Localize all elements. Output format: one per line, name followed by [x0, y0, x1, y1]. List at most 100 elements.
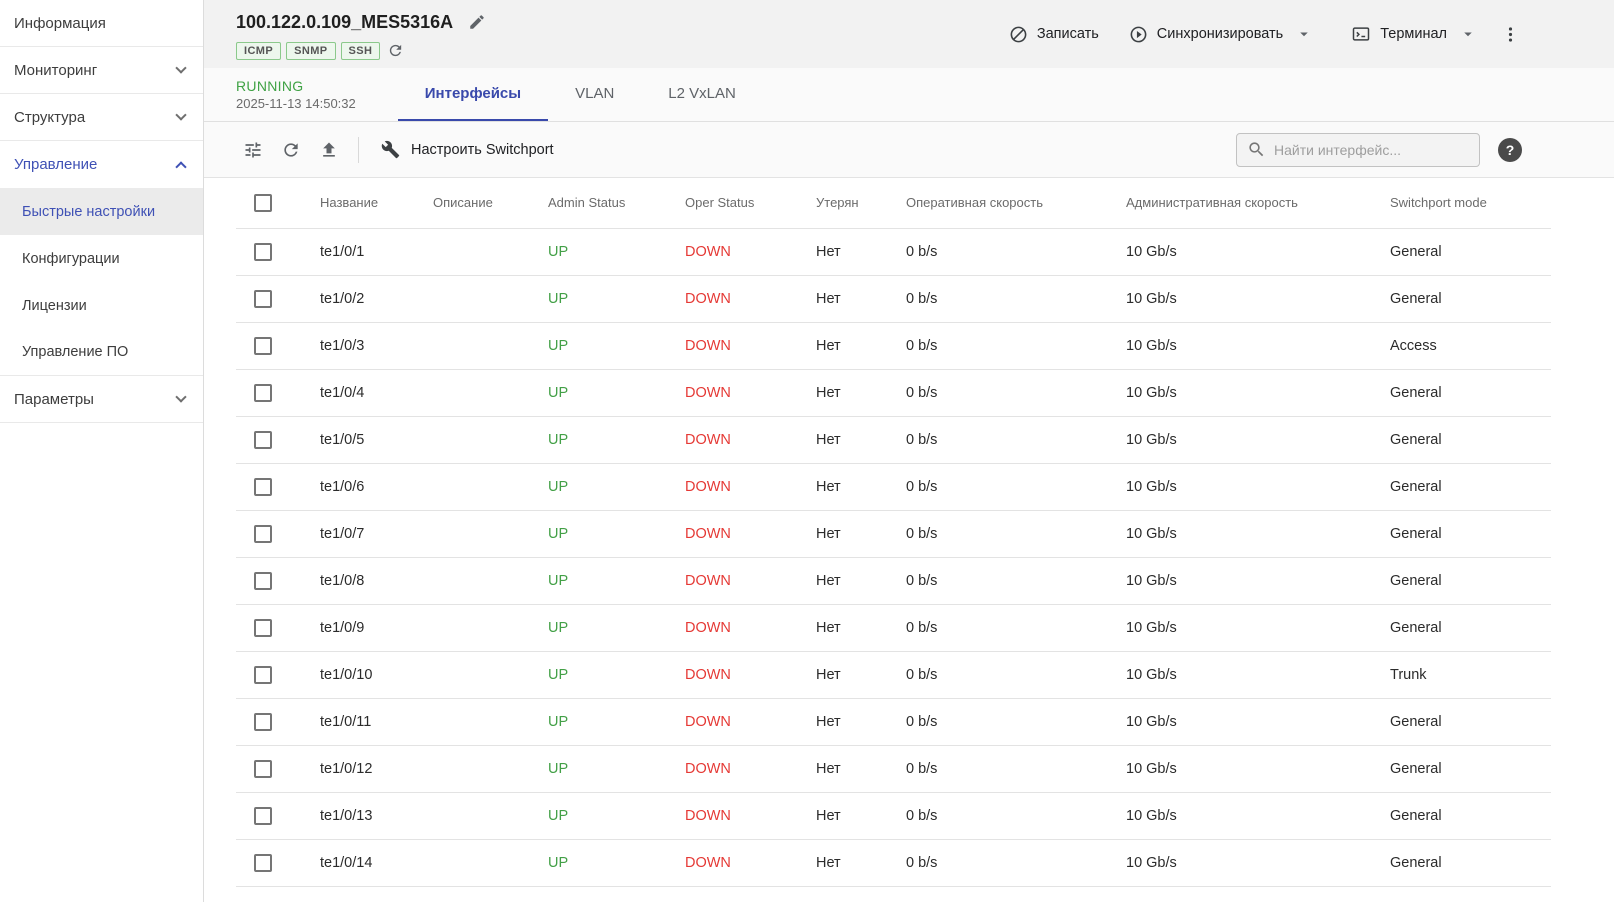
- cell-admin-speed: 10 Gb/s: [1126, 322, 1390, 369]
- cell-oper-speed: 0 b/s: [906, 557, 1126, 604]
- cell-name: te1/0/7: [320, 510, 433, 557]
- device-header-left: 100.122.0.109_MES5316A ICMP SNMP SSH: [236, 11, 488, 61]
- row-checkbox[interactable]: [254, 525, 272, 543]
- cell-name: te1/0/3: [320, 322, 433, 369]
- cell-lost: Нет: [816, 416, 906, 463]
- cell-select: [236, 651, 320, 698]
- row-checkbox[interactable]: [254, 431, 272, 449]
- select-all-checkbox[interactable]: [254, 194, 272, 212]
- cell-admin-speed: 10 Gb/s: [1126, 745, 1390, 792]
- row-checkbox[interactable]: [254, 478, 272, 496]
- sidebar-item-label: Конфигурации: [22, 251, 120, 267]
- sidebar-item-management[interactable]: Управление: [0, 141, 203, 188]
- row-checkbox[interactable]: [254, 384, 272, 402]
- cell-switchport-mode: General: [1390, 416, 1551, 463]
- write-button-label: Записать: [1037, 26, 1099, 42]
- sidebar-item-label: Быстрые настройки: [22, 204, 155, 220]
- sidebar-item-parameters[interactable]: Параметры: [0, 376, 203, 423]
- tab-vlan[interactable]: VLAN: [548, 68, 641, 121]
- cell-oper-speed: 0 b/s: [906, 416, 1126, 463]
- refresh-table-button[interactable]: [272, 131, 310, 169]
- table-row: te1/0/3 UP DOWN Нет 0 b/s 10 Gb/s Access: [236, 322, 1551, 369]
- cell-oper-speed: 0 b/s: [906, 792, 1126, 839]
- sidebar-item-software-management[interactable]: Управление ПО: [0, 329, 203, 376]
- sidebar-item-licenses[interactable]: Лицензии: [0, 282, 203, 329]
- refresh-icon: [281, 140, 301, 160]
- sidebar-item-information[interactable]: Информация: [0, 0, 203, 47]
- caret-down-icon: [1295, 25, 1313, 43]
- help-button[interactable]: ?: [1498, 138, 1522, 162]
- tab-interfaces[interactable]: Интерфейсы: [398, 68, 548, 121]
- table-row: te1/0/10 UP DOWN Нет 0 b/s 10 Gb/s Trunk: [236, 651, 1551, 698]
- sidebar: Информация Мониторинг Структура Управлен…: [0, 0, 204, 902]
- row-checkbox[interactable]: [254, 666, 272, 684]
- filter-columns-button[interactable]: [234, 131, 272, 169]
- sync-button[interactable]: Синхронизировать: [1121, 19, 1291, 50]
- kebab-icon: [1501, 25, 1520, 44]
- sync-button-label: Синхронизировать: [1157, 26, 1283, 42]
- cell-lost: Нет: [816, 651, 906, 698]
- cell-oper-speed: 0 b/s: [906, 275, 1126, 322]
- cell-oper-status: DOWN: [685, 275, 816, 322]
- table-row: te1/0/7 UP DOWN Нет 0 b/s 10 Gb/s Genera…: [236, 510, 1551, 557]
- cell-admin-status: UP: [548, 416, 685, 463]
- cell-lost: Нет: [816, 463, 906, 510]
- row-checkbox[interactable]: [254, 290, 272, 308]
- cell-admin-status: UP: [548, 604, 685, 651]
- sidebar-item-configurations[interactable]: Конфигурации: [0, 235, 203, 282]
- cell-admin-speed: 10 Gb/s: [1126, 557, 1390, 604]
- cell-switchport-mode: General: [1390, 275, 1551, 322]
- configure-switchport-button[interactable]: Настроить Switchport: [369, 132, 566, 167]
- edit-title-button[interactable]: [466, 11, 488, 33]
- cell-lost: Нет: [816, 557, 906, 604]
- tab-l2-vxlan[interactable]: L2 VxLAN: [641, 68, 763, 121]
- cell-oper-speed: 0 b/s: [906, 322, 1126, 369]
- sidebar-item-quick-settings[interactable]: Быстрые настройки: [0, 188, 203, 235]
- cell-oper-status: DOWN: [685, 510, 816, 557]
- row-checkbox[interactable]: [254, 854, 272, 872]
- cell-oper-status: DOWN: [685, 698, 816, 745]
- row-checkbox[interactable]: [254, 760, 272, 778]
- row-checkbox[interactable]: [254, 619, 272, 637]
- cell-description: [433, 510, 548, 557]
- table-row: te1/0/11 UP DOWN Нет 0 b/s 10 Gb/s Gener…: [236, 698, 1551, 745]
- sync-dropdown-button[interactable]: [1291, 19, 1317, 49]
- caret-down-icon: [1459, 25, 1477, 43]
- cell-admin-status: UP: [548, 792, 685, 839]
- sidebar-item-label: Мониторинг: [14, 62, 97, 79]
- cell-lost: Нет: [816, 275, 906, 322]
- terminal-icon: [1351, 24, 1371, 44]
- more-options-button[interactable]: [1497, 19, 1524, 50]
- write-button[interactable]: Записать: [1001, 19, 1107, 50]
- sidebar-item-label: Информация: [14, 15, 106, 32]
- row-checkbox[interactable]: [254, 243, 272, 261]
- status-timestamp: 2025-11-13 14:50:32: [236, 96, 356, 111]
- sidebar-item-structure[interactable]: Структура: [0, 94, 203, 141]
- table-row: te1/0/12 UP DOWN Нет 0 b/s 10 Gb/s Gener…: [236, 745, 1551, 792]
- cell-select: [236, 557, 320, 604]
- upload-button[interactable]: [310, 131, 348, 169]
- cell-admin-speed: 10 Gb/s: [1126, 416, 1390, 463]
- cell-name: te1/0/13: [320, 792, 433, 839]
- header-actions: Записать Синхронизировать Терминал: [1001, 18, 1524, 50]
- terminal-dropdown-button[interactable]: [1455, 19, 1481, 49]
- cell-description: [433, 322, 548, 369]
- sidebar-item-monitoring[interactable]: Мониторинг: [0, 47, 203, 94]
- terminal-button[interactable]: Терминал: [1343, 18, 1455, 50]
- cell-switchport-mode: Access: [1390, 322, 1551, 369]
- cell-switchport-mode: General: [1390, 228, 1551, 275]
- cell-switchport-mode: General: [1390, 510, 1551, 557]
- cell-name: te1/0/8: [320, 557, 433, 604]
- search-input[interactable]: [1274, 142, 1469, 158]
- cell-switchport-mode: General: [1390, 745, 1551, 792]
- terminal-button-label: Терминал: [1380, 26, 1447, 42]
- table-row: te1/0/13 UP DOWN Нет 0 b/s 10 Gb/s Gener…: [236, 792, 1551, 839]
- cell-description: [433, 839, 548, 886]
- row-checkbox[interactable]: [254, 337, 272, 355]
- sidebar-item-label: Структура: [14, 109, 85, 126]
- row-checkbox[interactable]: [254, 713, 272, 731]
- refresh-protocols-button[interactable]: [385, 40, 406, 61]
- row-checkbox[interactable]: [254, 807, 272, 825]
- row-checkbox[interactable]: [254, 572, 272, 590]
- write-block-icon: [1009, 25, 1028, 44]
